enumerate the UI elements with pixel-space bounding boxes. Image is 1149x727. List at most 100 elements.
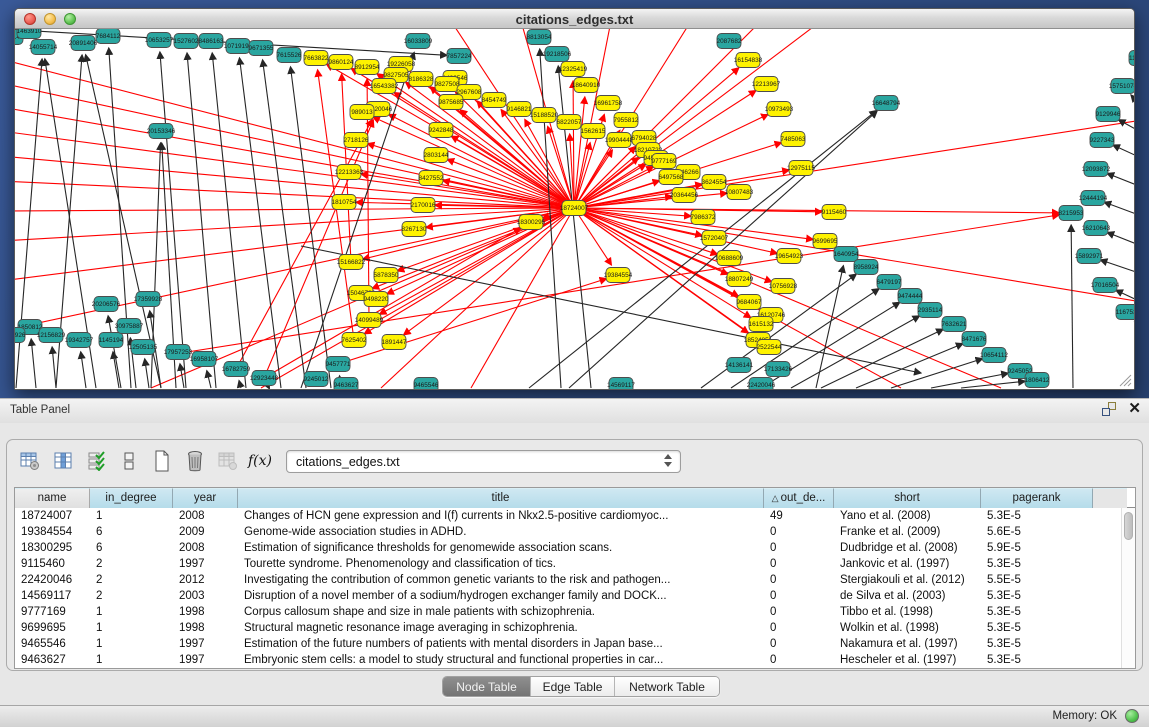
graph-node[interactable]: 17957253 bbox=[164, 345, 193, 360]
column-header-year[interactable]: year bbox=[173, 488, 238, 508]
graph-node[interactable]: 7684112 bbox=[96, 29, 121, 44]
graph-node[interactable]: 16543382 bbox=[370, 79, 399, 94]
graph-node[interactable]: 7632621 bbox=[942, 317, 967, 332]
graph-node[interactable]: 2803144 bbox=[424, 148, 449, 163]
graph-node[interactable]: 9115460 bbox=[822, 205, 847, 220]
graph-node[interactable]: 12213967 bbox=[752, 77, 781, 92]
graph-node[interactable]: 22420046 bbox=[747, 378, 776, 390]
graph-node[interactable]: 8813054 bbox=[527, 30, 552, 45]
graph-node[interactable]: 8186328 bbox=[409, 72, 434, 87]
table-selector-dropdown[interactable]: citations_edges.txt bbox=[286, 450, 681, 473]
row-height-icon[interactable] bbox=[116, 449, 142, 473]
column-header-name[interactable]: name bbox=[15, 488, 90, 508]
table-row[interactable]: 946554611997Estimation of the future num… bbox=[15, 636, 1135, 652]
graph-node[interactable]: 12093872 bbox=[1082, 162, 1111, 177]
table-row[interactable]: 969969511998Structural magnetic resonanc… bbox=[15, 620, 1135, 636]
graph-node[interactable]: 20891406 bbox=[69, 36, 98, 51]
graph-node[interactable]: 12975115 bbox=[787, 161, 815, 176]
graph-node[interactable]: 16961758 bbox=[594, 96, 623, 111]
graph-node[interactable]: 9875685 bbox=[439, 95, 464, 110]
graph-node[interactable]: 16958107 bbox=[190, 352, 219, 367]
graph-node[interactable]: 14055714 bbox=[29, 40, 58, 55]
graph-node[interactable]: 16782759 bbox=[222, 362, 251, 377]
import-table-icon[interactable] bbox=[215, 449, 241, 473]
graph-node[interactable]: 14099489 bbox=[355, 313, 384, 328]
graph-node[interactable]: 6479197 bbox=[877, 275, 902, 290]
graph-node[interactable]: 12505135 bbox=[129, 340, 158, 355]
graph-node[interactable]: 12923448 bbox=[250, 371, 279, 386]
graph-node[interactable]: 8215953 bbox=[1059, 206, 1084, 221]
graph-node[interactable]: 1562615 bbox=[581, 124, 606, 139]
graph-node[interactable]: 989013 bbox=[350, 105, 374, 120]
graph-node[interactable]: 1810754 bbox=[332, 195, 357, 210]
graph-node[interactable]: 1527602 bbox=[174, 34, 199, 49]
graph-node[interactable]: 8958924 bbox=[854, 260, 879, 275]
graph-node[interactable]: 30975887 bbox=[115, 319, 144, 334]
table-row[interactable]: 946362711997Embryonic stem cells: a mode… bbox=[15, 652, 1135, 668]
graph-node[interactable]: 3315926 bbox=[15, 328, 26, 343]
graph-node[interactable]: 8427552 bbox=[419, 171, 444, 186]
graph-node[interactable]: 9463627 bbox=[334, 378, 359, 390]
graph-node[interactable]: 7857224 bbox=[447, 49, 472, 64]
float-panel-icon[interactable] bbox=[1102, 402, 1116, 416]
graph-node[interactable]: 16210643 bbox=[1082, 221, 1111, 236]
graph-node[interactable]: 8471676 bbox=[962, 332, 987, 347]
graph-node[interactable]: 17133426 bbox=[764, 362, 793, 377]
graph-node[interactable]: 16648794 bbox=[872, 96, 901, 111]
graph-node[interactable]: 12213363 bbox=[335, 165, 364, 180]
graph-node[interactable]: 9474444 bbox=[898, 289, 923, 304]
tab-node-table[interactable]: Node Table bbox=[443, 677, 531, 696]
graph-node[interactable]: 9457771 bbox=[326, 357, 351, 372]
graph-node[interactable]: 20153346 bbox=[147, 124, 176, 139]
graph-node[interactable]: 9671355 bbox=[249, 41, 274, 56]
graph-node[interactable]: 19384554 bbox=[604, 268, 633, 283]
graph-node[interactable]: 7955812 bbox=[614, 113, 639, 128]
graph-node[interactable]: 2170016 bbox=[411, 198, 436, 213]
graph-node[interactable]: 12156829 bbox=[37, 328, 66, 343]
tab-edge-table[interactable]: Edge Table bbox=[531, 677, 615, 696]
table-row[interactable]: 1938455462009Genome-wide association stu… bbox=[15, 524, 1135, 540]
select-attributes-icon[interactable] bbox=[83, 449, 109, 473]
graph-node[interactable]: 9777169 bbox=[652, 154, 677, 169]
network-window-titlebar[interactable]: citations_edges.txt bbox=[15, 9, 1134, 29]
graph-node[interactable]: 1640954 bbox=[834, 247, 859, 262]
table-row[interactable]: 977716911998Corpus callosum shape and si… bbox=[15, 604, 1135, 620]
scrollbar-thumb[interactable] bbox=[1124, 512, 1133, 540]
graph-node[interactable]: 19904448 bbox=[605, 133, 634, 148]
graph-node[interactable]: 3624554 bbox=[702, 175, 727, 190]
graph-node[interactable]: 7625402 bbox=[342, 333, 367, 348]
graph-node[interactable]: 14136141 bbox=[725, 358, 754, 373]
graph-node[interactable]: 9498220 bbox=[364, 292, 389, 307]
table-row[interactable]: 2242004622012Investigating the contribut… bbox=[15, 572, 1135, 588]
graph-node[interactable]: 15892971 bbox=[1075, 249, 1104, 264]
graph-node[interactable]: 8912954 bbox=[355, 60, 380, 75]
graph-node[interactable]: 15188520 bbox=[530, 108, 559, 123]
graph-node[interactable]: 9129946 bbox=[1096, 107, 1121, 122]
graph-node[interactable]: 1463910 bbox=[17, 29, 42, 39]
function-builder-icon[interactable]: f(x) bbox=[248, 453, 272, 469]
graph-node[interactable]: 1615132 bbox=[749, 317, 774, 332]
graph-node[interactable]: 18640910 bbox=[572, 78, 601, 93]
graph-node[interactable]: 10807483 bbox=[725, 185, 754, 200]
graph-node[interactable]: 9699695 bbox=[813, 234, 838, 249]
graph-node[interactable]: 1167533 bbox=[1116, 305, 1134, 320]
column-header-short[interactable]: short bbox=[834, 488, 981, 508]
graph-node[interactable]: 9146821 bbox=[507, 102, 532, 117]
graph-node[interactable]: 1112846 bbox=[1129, 51, 1134, 66]
tab-network-table[interactable]: Network Table bbox=[615, 677, 719, 696]
graph-node[interactable]: 20364456 bbox=[670, 188, 699, 203]
graph-node[interactable]: 16154838 bbox=[734, 53, 763, 68]
table-row[interactable]: 1830029562008Estimation of significance … bbox=[15, 540, 1135, 556]
graph-node[interactable]: 17359928 bbox=[134, 292, 163, 307]
graph-node[interactable]: 8267130 bbox=[402, 222, 427, 237]
graph-node[interactable]: 15720407 bbox=[700, 231, 729, 246]
graph-node[interactable]: 9860124 bbox=[329, 55, 354, 70]
graph-node[interactable]: 18724007 bbox=[560, 201, 589, 216]
graph-node[interactable]: 7485063 bbox=[781, 132, 806, 147]
window-resize-grip[interactable] bbox=[1118, 373, 1132, 387]
graph-node[interactable]: 15166822 bbox=[337, 255, 366, 270]
graph-node[interactable]: 12444194 bbox=[1079, 191, 1108, 206]
column-header-out_de[interactable]: △out_de... bbox=[764, 488, 834, 508]
close-panel-icon[interactable]: ✕ bbox=[1128, 402, 1141, 416]
graph-node[interactable]: 9245012 bbox=[304, 372, 329, 387]
